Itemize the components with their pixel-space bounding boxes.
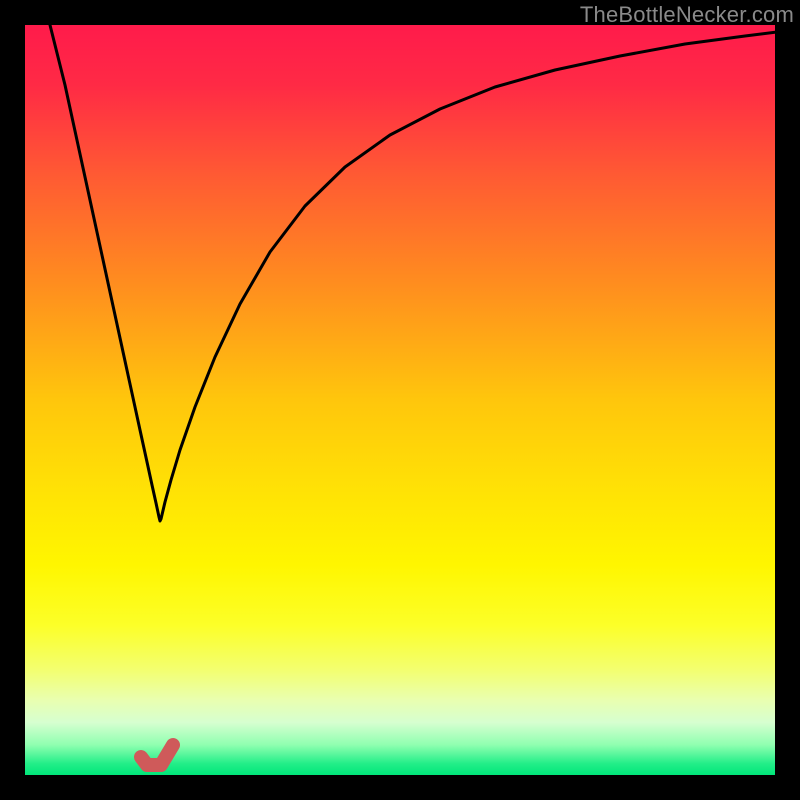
watermark-text: TheBottleNecker.com bbox=[580, 2, 794, 28]
gradient-background bbox=[25, 25, 775, 775]
chart-frame: TheBottleNecker.com bbox=[0, 0, 800, 800]
chart-svg bbox=[25, 25, 775, 775]
plot-area bbox=[25, 25, 775, 775]
